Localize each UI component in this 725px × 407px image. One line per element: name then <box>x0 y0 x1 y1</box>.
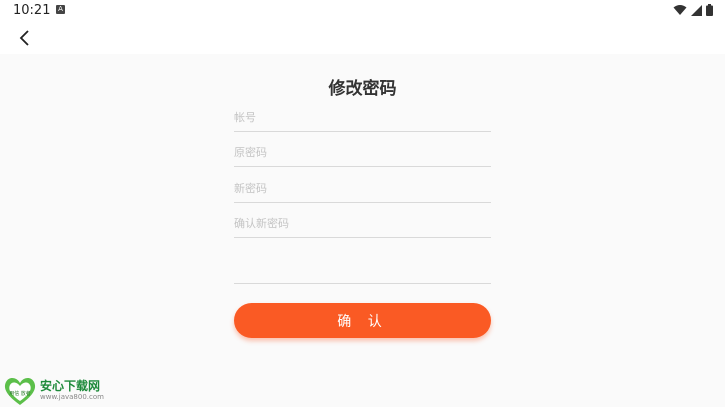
heart-logo-icon: 用信 放者 <box>4 377 36 405</box>
status-time: 10:21 <box>13 3 51 18</box>
page-title: 修改密码 <box>328 79 397 99</box>
confirm-button[interactable]: 确 认 <box>234 303 491 338</box>
new-password-field[interactable] <box>234 174 491 203</box>
battery-icon <box>706 4 713 16</box>
watermark-name: 安心下载网 <box>40 379 101 393</box>
status-icons <box>673 4 713 16</box>
confirm-password-input[interactable] <box>234 209 491 237</box>
back-arrow-icon[interactable] <box>16 29 34 47</box>
notification-icon: A <box>56 5 65 14</box>
wifi-icon <box>673 5 687 15</box>
extra-field[interactable] <box>234 254 491 284</box>
account-field[interactable] <box>234 103 491 132</box>
confirm-password-field[interactable] <box>234 209 491 238</box>
status-bar: 10:21 A <box>0 0 725 22</box>
old-password-input[interactable] <box>234 138 491 166</box>
watermark: 用信 放者 安心下载网 www.java800.com <box>3 376 104 406</box>
logo-text: 用信 放者 <box>9 390 31 397</box>
new-password-input[interactable] <box>234 174 491 202</box>
old-password-field[interactable] <box>234 138 491 167</box>
app-bar <box>0 22 725 54</box>
watermark-url: www.java800.com <box>40 393 104 401</box>
account-input[interactable] <box>234 103 491 131</box>
signal-icon <box>691 4 702 16</box>
